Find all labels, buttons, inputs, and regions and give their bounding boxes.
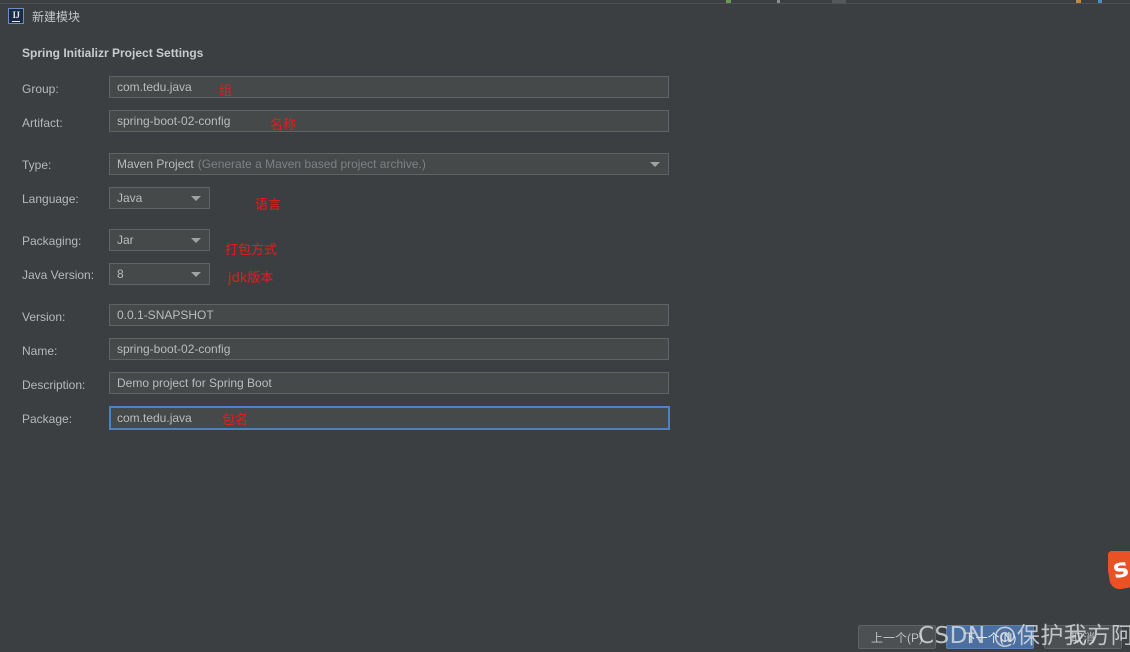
ide-strip-seam bbox=[0, 3, 1130, 4]
page-title: Spring Initializr Project Settings bbox=[22, 46, 204, 60]
annotation-java-version: jdk版本 bbox=[228, 271, 274, 286]
name-label: Name: bbox=[22, 344, 58, 358]
ide-strip-chip bbox=[777, 0, 780, 3]
annotation-group: 组 bbox=[219, 84, 233, 99]
artifact-input[interactable]: spring-boot-02-config bbox=[109, 110, 669, 132]
java-version-combobox[interactable]: 8 bbox=[109, 263, 210, 285]
packaging-combobox[interactable]: Jar bbox=[109, 229, 210, 251]
next-button[interactable]: 下一个(N) bbox=[946, 625, 1034, 649]
type-combobox-value: Maven Project (Generate a Maven based pro… bbox=[117, 157, 426, 171]
annotation-packaging: 打包方式 bbox=[225, 243, 278, 258]
dialog-titlebar: IJ 新建模块 bbox=[0, 5, 1130, 27]
intellij-idea-icon: IJ bbox=[8, 8, 24, 24]
ide-strip-chip bbox=[1076, 0, 1081, 3]
dialog-content: Spring Initializr Project Settings Group… bbox=[0, 27, 1130, 652]
java-version-label: Java Version: bbox=[22, 268, 95, 282]
group-label: Group: bbox=[22, 82, 59, 96]
type-label: Type: bbox=[22, 158, 52, 172]
artifact-input-value: spring-boot-02-config bbox=[117, 114, 231, 128]
annotation-language: 语言 bbox=[255, 198, 282, 213]
packaging-combobox-value: Jar bbox=[117, 233, 134, 247]
description-input-value: Demo project for Spring Boot bbox=[117, 376, 272, 390]
chevron-down-icon[interactable] bbox=[191, 271, 201, 277]
language-label: Language: bbox=[22, 192, 79, 206]
description-input[interactable]: Demo project for Spring Boot bbox=[109, 372, 669, 394]
artifact-label: Artifact: bbox=[22, 116, 63, 130]
dialog-title: 新建模块 bbox=[32, 9, 81, 24]
ide-strip-chip bbox=[726, 0, 731, 3]
previous-button[interactable]: 上一个(P) bbox=[858, 625, 936, 649]
chevron-down-icon[interactable] bbox=[191, 195, 201, 201]
version-label: Version: bbox=[22, 310, 66, 324]
packaging-label: Packaging: bbox=[22, 234, 82, 248]
spring-logo: s bbox=[1108, 551, 1130, 591]
chevron-down-icon[interactable] bbox=[650, 161, 660, 167]
group-input-value: com.tedu.java bbox=[117, 80, 192, 94]
language-combobox[interactable]: Java bbox=[109, 187, 210, 209]
language-combobox-value: Java bbox=[117, 191, 143, 205]
annotation-artifact: 名称 bbox=[270, 118, 297, 133]
cancel-button[interactable]: 取消 bbox=[1044, 625, 1122, 649]
new-module-dialog: IJ 新建模块 Spring Initializr Project Settin… bbox=[0, 0, 1130, 652]
java-version-combobox-value: 8 bbox=[117, 267, 124, 281]
ide-strip-chip bbox=[1098, 0, 1102, 3]
package-label: Package: bbox=[22, 412, 73, 426]
chevron-down-icon[interactable] bbox=[191, 237, 201, 243]
description-label: Description: bbox=[22, 378, 86, 392]
ide-strip-chip bbox=[832, 0, 846, 3]
version-input[interactable]: 0.0.1-SNAPSHOT bbox=[109, 304, 669, 326]
package-input[interactable]: com.tedu.java bbox=[109, 406, 670, 430]
type-combobox[interactable]: Maven Project (Generate a Maven based pro… bbox=[109, 153, 669, 175]
name-input-value: spring-boot-02-config bbox=[117, 342, 231, 356]
type-combobox-hint: (Generate a Maven based project archive.… bbox=[197, 157, 426, 171]
package-input-value: com.tedu.java bbox=[117, 411, 192, 425]
annotation-package: 包名 bbox=[222, 413, 249, 428]
group-input[interactable]: com.tedu.java bbox=[109, 76, 669, 98]
name-input[interactable]: spring-boot-02-config bbox=[109, 338, 669, 360]
version-input-value: 0.0.1-SNAPSHOT bbox=[117, 308, 214, 322]
